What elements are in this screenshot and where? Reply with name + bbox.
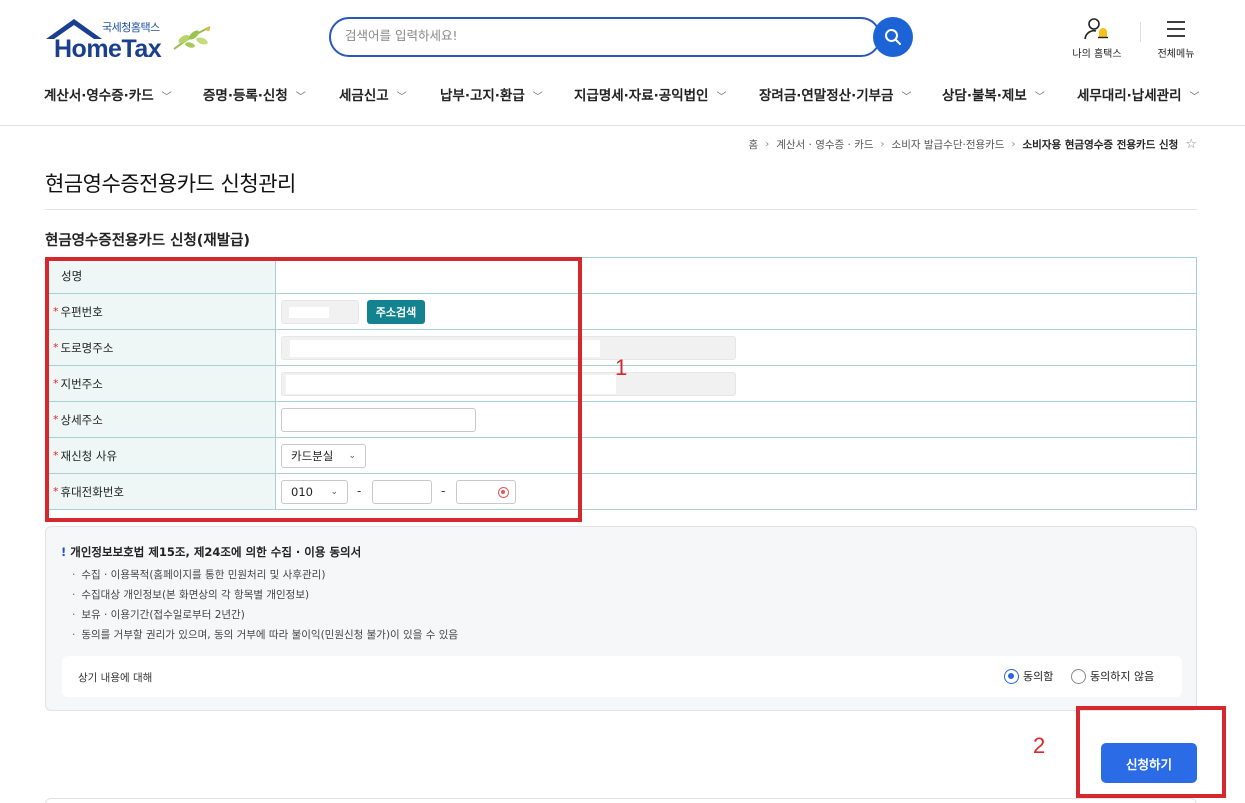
list-item: 수집 · 이용목적(홈페이지를 통한 민원처리 및 사후관리): [72, 565, 458, 585]
notice-icon: !: [61, 545, 67, 559]
gnb-payment-refund[interactable]: 납부·고지·환급 ﹀: [440, 84, 543, 104]
chevron-down-icon: ﹀: [1034, 92, 1045, 103]
gnb-invoice-receipt-card[interactable]: 계산서·영수증·카드 ﹀: [44, 84, 172, 104]
gnb-certificate-registration[interactable]: 증명·등록·신청 ﹀: [203, 84, 306, 104]
leaf-icon: [173, 26, 211, 50]
breadcrumb-separator-icon: ›: [1011, 139, 1016, 150]
gnb-tax-agent[interactable]: 세무대리·납세관리 ﹀: [1077, 84, 1200, 104]
list-item: 보유 · 이용기간(접수일로부터 2년간): [72, 605, 458, 625]
annotation-box-2: [1076, 706, 1226, 798]
radio-unchecked-icon: [1071, 668, 1086, 684]
consent-title: ! 개인정보보호법 제15조, 제24조에 의한 수집 · 이용 동의서: [61, 545, 362, 559]
agree-box: 상기 내용에 대해 동의함 동의하지 않음: [62, 656, 1182, 697]
breadcrumb-level2[interactable]: 소비자 발급수단·전용카드: [892, 137, 1005, 152]
agree-prompt: 상기 내용에 대해: [78, 672, 153, 684]
annotation-number-1: 1: [615, 355, 628, 380]
hometax-logo[interactable]: 국세청홈택스 HomeTax: [44, 17, 219, 63]
breadcrumb-level1[interactable]: 계산서 · 영수증 · 카드: [776, 137, 873, 152]
chevron-down-icon: ﹀: [396, 92, 407, 103]
all-menu-button[interactable]: 전체메뉴: [1141, 17, 1211, 60]
search-icon: [885, 29, 901, 45]
list-item: 수집대상 개인정보(본 화면상의 각 항목별 개인정보): [72, 585, 458, 605]
chevron-down-icon: ﹀: [161, 92, 172, 103]
breadcrumb-home[interactable]: 홈: [749, 137, 759, 152]
logo-text: HomeTax: [54, 35, 162, 63]
gnb-incentive-yearend[interactable]: 장려금·연말정산·기부금 ﹀: [759, 84, 911, 104]
agree-radio[interactable]: 동의함: [1004, 668, 1053, 684]
consent-section: !개인정보보호법 제15조, 제24조에 의한 수집 · 이용 동의서 수집 ·…: [45, 526, 1197, 711]
my-hometax-button[interactable]: 나의 홈택스: [1062, 17, 1132, 60]
section-title: 현금영수증전용카드 신청(재발급): [45, 233, 251, 249]
chevron-down-icon: ﹀: [532, 92, 543, 103]
search-button[interactable]: [873, 17, 913, 57]
page-title: 현금영수증전용카드 신청관리: [45, 172, 296, 196]
title-divider: [45, 209, 1197, 210]
main-navigation: 계산서·영수증·카드 ﹀ 증명·등록·신청 ﹀ 세금신고 ﹀ 납부·고지·환급 ﹀ 지급…: [0, 70, 1245, 114]
disagree-radio[interactable]: 동의하지 않음: [1071, 668, 1154, 684]
next-section-edge: [45, 798, 1197, 803]
gnb-divider: [0, 125, 1245, 126]
all-menu-label: 전체메뉴: [1157, 49, 1195, 60]
gnb-consultation-appeal[interactable]: 상담·불복·제보 ﹀: [942, 84, 1045, 104]
gnb-payment-statement[interactable]: 지급명세·자료·공익법인 ﹀: [574, 84, 726, 104]
breadcrumb: 홈 › 계산서 · 영수증 · 카드 › 소비자 발급수단·전용카드 › 소비자…: [749, 137, 1197, 152]
list-item: 동의를 거부할 권리가 있으며, 동의 거부에 따라 불이익(민원신청 불가)이…: [72, 625, 458, 645]
search-box: [329, 17, 881, 57]
annotation-number-2: 2: [1033, 733, 1046, 758]
chevron-down-icon: ﹀: [1189, 92, 1200, 103]
breadcrumb-separator-icon: ›: [765, 139, 770, 150]
chevron-down-icon: ﹀: [295, 92, 306, 103]
user-bell-icon: [1084, 18, 1108, 40]
star-icon[interactable]: ☆: [1185, 137, 1197, 152]
my-hometax-label: 나의 홈택스: [1072, 49, 1122, 60]
chevron-down-icon: ﹀: [716, 92, 727, 103]
hamburger-menu-icon: [1167, 21, 1185, 37]
logo-subtitle: 국세청홈택스: [102, 21, 160, 34]
chevron-down-icon: ﹀: [901, 92, 912, 103]
breadcrumb-separator-icon: ›: [880, 139, 885, 150]
consent-list: 수집 · 이용목적(홈페이지를 통한 민원처리 및 사후관리) 수집대상 개인정…: [72, 565, 458, 645]
annotation-box-1: [45, 257, 582, 522]
radio-checked-icon: [1004, 668, 1019, 684]
search-input[interactable]: [345, 28, 845, 43]
breadcrumb-current: 소비자용 현금영수증 전용카드 신청: [1022, 139, 1179, 151]
gnb-tax-return[interactable]: 세금신고 ﹀: [339, 84, 407, 104]
